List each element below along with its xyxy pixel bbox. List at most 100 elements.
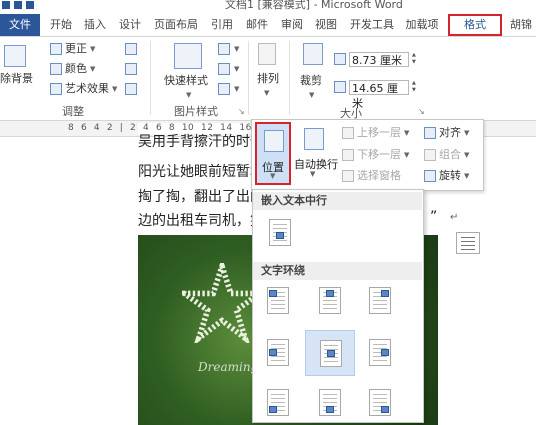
align-button[interactable]: 对齐 ▼: [424, 125, 469, 141]
dialog-launcher-icon[interactable]: ↘: [238, 107, 245, 116]
position-middle-right-option[interactable]: [363, 336, 397, 370]
send-backward-button[interactable]: 下移一层 ▼: [342, 147, 409, 163]
width-icon: [334, 81, 346, 93]
crop-icon[interactable]: [303, 43, 323, 65]
layout-options-icon[interactable]: [456, 232, 480, 254]
height-spinner[interactable]: 8.73 厘米 ▲ ▼: [334, 51, 420, 67]
position-bottom-center-option[interactable]: [313, 386, 347, 420]
tab-addins[interactable]: 加载项: [402, 14, 442, 36]
change-picture-icon[interactable]: [125, 63, 137, 75]
redo-icon[interactable]: [26, 1, 34, 9]
position-top-left-option[interactable]: [261, 284, 295, 318]
arrange-icon[interactable]: [258, 43, 276, 65]
tab-references[interactable]: 引用: [207, 14, 237, 36]
spinner-arrows-icon[interactable]: ▲ ▼: [412, 80, 420, 94]
wrap-text-icon: [304, 128, 324, 150]
chevron-down-icon: ▼: [90, 65, 96, 73]
send-backward-icon: [342, 149, 354, 161]
tab-review[interactable]: 审阅: [277, 14, 307, 36]
arrange-button[interactable]: 排列: [257, 71, 279, 87]
spinner-arrows-icon[interactable]: ▲ ▼: [412, 52, 420, 66]
bring-forward-button[interactable]: 上移一层 ▼: [342, 125, 409, 141]
chevron-down-icon[interactable]: ▼: [234, 65, 239, 73]
wrap-text-button[interactable]: 自动换行 ▼: [292, 124, 338, 184]
corrections-label: 更正: [65, 42, 87, 55]
crop-label: 裁剪: [300, 74, 322, 87]
document-line[interactable]: 掏了掏，翻出了出门: [138, 186, 264, 206]
chevron-down-icon[interactable]: ▼: [186, 91, 191, 99]
reset-picture-icon[interactable]: [125, 83, 137, 95]
corrections-button[interactable]: 更正 ▼: [50, 41, 95, 57]
inline-with-text-option[interactable]: [263, 216, 297, 250]
rotate-icon: [424, 170, 436, 182]
ribbon: 除背景 更正 ▼ 颜色 ▼ 艺术效果 ▼ 调整 快速样式 ▼ ▼ ▼ ▼ 图片样…: [0, 37, 536, 121]
position-top-center-option[interactable]: [313, 284, 347, 318]
chevron-down-icon[interactable]: ▼: [234, 85, 239, 93]
position-middle-center-option[interactable]: [305, 330, 355, 376]
tab-format[interactable]: 格式: [448, 14, 502, 36]
rotate-button[interactable]: 旋转 ▼: [424, 168, 469, 184]
picture-effects-icon[interactable]: [218, 63, 230, 75]
selection-pane-icon: [342, 170, 354, 182]
position-button[interactable]: 位置 ▼: [255, 122, 291, 185]
chevron-down-icon: ▼: [464, 172, 470, 180]
width-spinner[interactable]: 14.65 厘米 ▲ ▼: [334, 79, 420, 110]
bring-forward-label: 上移一层: [357, 126, 401, 139]
quick-access-toolbar[interactable]: [2, 0, 42, 10]
group-label: 组合: [439, 148, 461, 161]
tab-design[interactable]: 设计: [115, 14, 145, 36]
tab-mailings[interactable]: 邮件: [242, 14, 272, 36]
chevron-down-icon: ▼: [112, 85, 118, 93]
compress-pictures-icon[interactable]: [125, 43, 137, 55]
send-backward-label: 下移一层: [357, 148, 401, 161]
tab-insert[interactable]: 插入: [80, 14, 110, 36]
remove-background-icon[interactable]: [4, 45, 26, 67]
artistic-effects-button[interactable]: 艺术效果 ▼: [50, 81, 117, 97]
document-line[interactable]: 边的出租车司机，笑: [138, 210, 264, 230]
dialog-launcher-icon[interactable]: ↘: [418, 107, 425, 116]
position-middle-left-option[interactable]: [261, 336, 295, 370]
group-separator: [289, 41, 290, 115]
chevron-down-icon: ▼: [404, 129, 410, 137]
selection-pane-label: 选择窗格: [357, 169, 401, 182]
chevron-down-icon[interactable]: ▼: [264, 89, 269, 97]
save-icon[interactable]: [2, 1, 10, 9]
color-button[interactable]: 颜色 ▼: [50, 61, 95, 77]
height-field[interactable]: 8.73 厘米: [349, 51, 409, 67]
picture-icon: [276, 232, 284, 239]
group-button[interactable]: 组合 ▼: [424, 147, 469, 163]
user-name[interactable]: 胡锦: [510, 14, 536, 36]
remove-background-label: 除背景: [0, 72, 33, 85]
tab-view[interactable]: 视图: [311, 14, 341, 36]
width-field[interactable]: 14.65 厘米: [349, 79, 409, 110]
color-label: 颜色: [65, 62, 87, 75]
undo-icon[interactable]: [14, 1, 22, 9]
document-line[interactable]: 阳光让她眼前短暂地: [138, 161, 264, 181]
closing-quote: ”: [430, 209, 438, 225]
arrange-label: 排列: [257, 72, 279, 85]
picture-layout-icon[interactable]: [218, 83, 230, 95]
chevron-down-icon[interactable]: ▼: [234, 45, 239, 53]
wrap-header: 文字环绕: [253, 262, 422, 280]
inline-header: 嵌入文本中行: [253, 192, 422, 210]
chevron-down-icon[interactable]: ▼: [309, 91, 314, 99]
remove-background-button[interactable]: 除背景: [0, 71, 33, 87]
quick-styles-icon[interactable]: [174, 43, 202, 69]
position-top-right-option[interactable]: [363, 284, 397, 318]
paragraph-mark: ↵: [450, 212, 459, 223]
selection-pane-button[interactable]: 选择窗格: [342, 168, 401, 184]
chevron-down-icon: ▼: [310, 170, 316, 178]
star-shape: [182, 263, 262, 343]
tab-file[interactable]: 文件: [0, 14, 40, 36]
group-label-adjust: 调整: [62, 105, 84, 118]
picture-border-icon[interactable]: [218, 43, 230, 55]
tab-developer[interactable]: 开发工具: [346, 14, 398, 36]
position-bottom-left-option[interactable]: [261, 386, 295, 420]
tab-page-layout[interactable]: 页面布局: [150, 14, 202, 36]
align-label: 对齐: [439, 126, 461, 139]
position-bottom-right-option[interactable]: [363, 386, 397, 420]
crop-button[interactable]: 裁剪: [300, 73, 322, 89]
tab-home[interactable]: 开始: [46, 14, 76, 36]
quick-styles-button[interactable]: 快速样式: [164, 73, 208, 89]
document-line[interactable]: 吴用手背擦汗的时候: [138, 131, 264, 151]
